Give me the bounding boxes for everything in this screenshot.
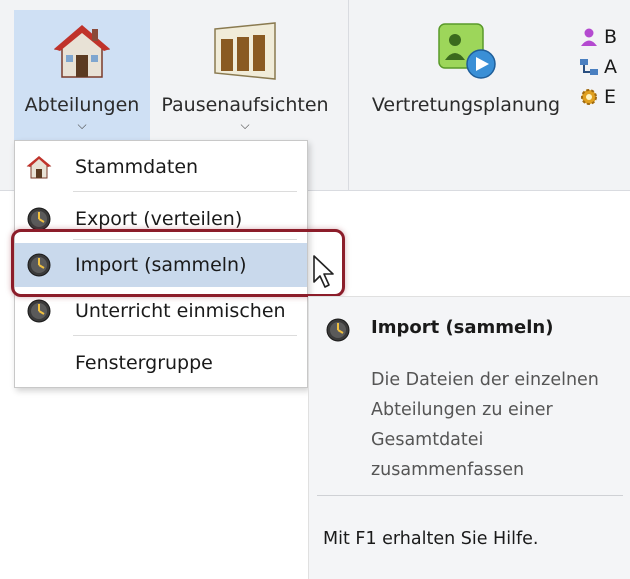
tooltip: Import (sammeln) Die Dateien der einzeln… (308, 296, 630, 579)
side-item-label: B (604, 26, 618, 48)
pausenaufsichten-button[interactable]: Pausenaufsichten ⌵ (153, 10, 337, 140)
tooltip-description: Die Dateien der einzelnen Abteilungen zu… (371, 370, 599, 480)
tooltip-title: Import (sammeln) (371, 317, 554, 338)
menu-item-import[interactable]: Import (sammeln) (15, 243, 307, 287)
clock-icon (25, 251, 53, 279)
ribbon-side-item[interactable]: B (578, 22, 617, 52)
menu-item-stammdaten[interactable]: Stammdaten (15, 145, 307, 189)
network-icon (578, 56, 600, 78)
ribbon-separator (348, 0, 349, 190)
gear-icon (578, 86, 600, 108)
menu-separator (73, 191, 297, 192)
clock-icon (25, 297, 53, 325)
menu-separator (73, 239, 297, 240)
house-icon (52, 16, 112, 86)
vertretungsplanung-label: Vertretungsplanung (371, 94, 561, 116)
tooltip-separator (317, 495, 623, 496)
substitution-icon (431, 16, 501, 86)
house-icon (25, 153, 53, 181)
clock-icon (325, 317, 351, 343)
mouse-pointer-icon (312, 254, 338, 294)
menu-item-unterricht-einmischen[interactable]: Unterricht einmischen (15, 289, 307, 333)
menu-item-label: Unterricht einmischen (75, 300, 286, 322)
menu-item-label: Stammdaten (75, 156, 199, 178)
ribbon-side-item[interactable]: E (578, 82, 617, 112)
side-item-label: E (604, 86, 617, 108)
menu-item-label: Export (verteilen) (75, 208, 243, 230)
clock-icon (25, 205, 53, 233)
abteilungen-button[interactable]: Abteilungen ⌵ (14, 10, 150, 140)
vertretungsplanung-button[interactable]: Vertretungsplanung (363, 10, 569, 140)
doors-icon (209, 16, 281, 86)
menu-item-export[interactable]: Export (verteilen) (15, 197, 307, 241)
ribbon-side-list: B A E (578, 22, 617, 112)
menu-item-fenstergruppe[interactable]: Fenstergruppe (15, 341, 307, 385)
abteilungen-dropdown-menu: Stammdaten Export (verteilen) Import (sa… (14, 140, 308, 388)
pausenaufsichten-label: Pausenaufsichten (161, 94, 329, 116)
tooltip-help-text: Mit F1 erhalten Sie Hilfe. (323, 529, 539, 549)
menu-item-label: Import (sammeln) (75, 254, 247, 276)
abteilungen-label: Abteilungen (24, 94, 140, 116)
menu-item-label: Fenstergruppe (75, 352, 213, 374)
side-item-label: A (604, 56, 617, 78)
chevron-down-icon: ⌵ (77, 118, 87, 132)
menu-separator (73, 335, 297, 336)
chevron-down-icon: ⌵ (240, 118, 250, 132)
person-icon (578, 26, 600, 48)
ribbon-side-item[interactable]: A (578, 52, 617, 82)
